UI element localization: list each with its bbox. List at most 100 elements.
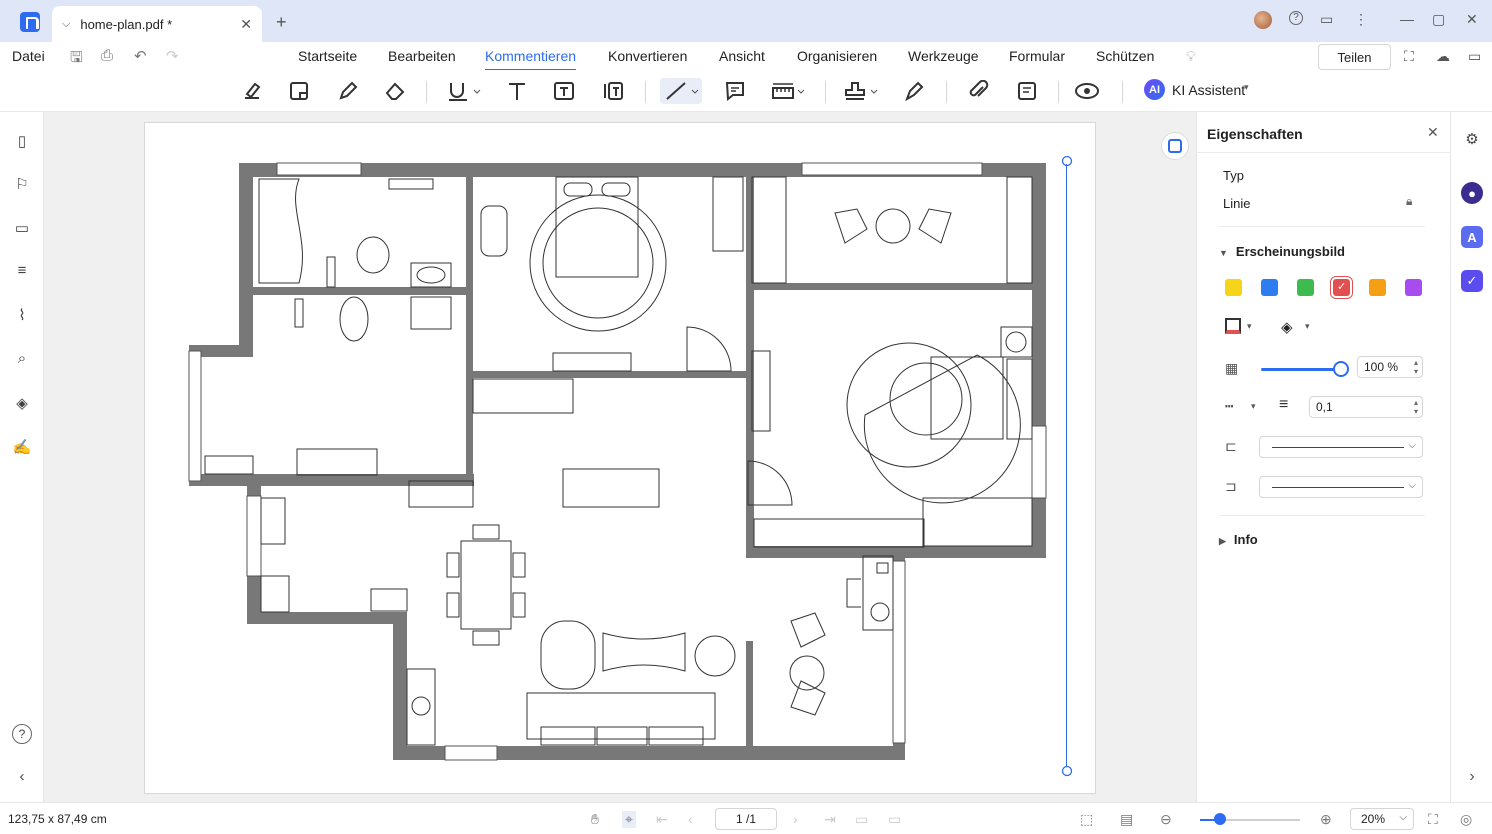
- page-layout-icon[interactable]: ▤: [1120, 811, 1133, 828]
- menu-ansicht[interactable]: Ansicht: [719, 48, 765, 64]
- menu-startseite[interactable]: Startseite: [298, 48, 357, 64]
- menu-schuetzen[interactable]: Schützen: [1096, 48, 1154, 64]
- info-section[interactable]: ▶ Info: [1219, 532, 1258, 547]
- attachment-icon[interactable]: [966, 78, 990, 104]
- zoom-out-icon[interactable]: ⊖: [1160, 811, 1172, 828]
- attachment-icon[interactable]: ⌇: [12, 306, 32, 326]
- measure-icon[interactable]: [770, 78, 806, 104]
- color-swatch-yellow[interactable]: [1225, 279, 1242, 296]
- comment-icon[interactable]: [723, 78, 747, 104]
- document-canvas[interactable]: [44, 112, 1196, 802]
- fill-color-icon[interactable]: ◈: [1281, 318, 1293, 336]
- avatar[interactable]: [1254, 11, 1272, 29]
- translate-icon[interactable]: A: [1461, 226, 1483, 248]
- check-task-icon[interactable]: ✓: [1461, 270, 1483, 292]
- chevron-right-icon[interactable]: ›: [1461, 766, 1483, 788]
- menu-datei[interactable]: Datei: [12, 48, 45, 64]
- select-tool-icon[interactable]: ⌖: [622, 811, 636, 828]
- lightbulb-icon[interactable]: 💡︎: [1186, 48, 1196, 65]
- pages-icon[interactable]: ▯: [12, 132, 32, 152]
- appearance-section[interactable]: ▼ Erscheinungsbild: [1219, 244, 1345, 259]
- panel-toggle-button[interactable]: [1161, 132, 1189, 160]
- close-window-button[interactable]: ✕: [1466, 11, 1478, 28]
- line-icon[interactable]: [660, 78, 702, 104]
- chevron-down-icon[interactable]: ▾: [1305, 321, 1310, 332]
- fullscreen-icon[interactable]: ⛶: [1428, 811, 1438, 828]
- chevron-down-icon[interactable]: ⌵: [62, 18, 70, 31]
- cloud-upload-icon[interactable]: ☁: [1436, 48, 1450, 65]
- underline-icon[interactable]: [446, 78, 482, 104]
- pencil-icon[interactable]: [336, 78, 360, 104]
- chevron-down-icon[interactable]: ▾: [1251, 401, 1256, 412]
- color-swatch-blue[interactable]: [1261, 279, 1278, 296]
- menu-bearbeiten[interactable]: Bearbeiten: [388, 48, 456, 64]
- signature-icon[interactable]: ✍: [12, 438, 32, 458]
- opacity-slider-knob[interactable]: [1333, 361, 1349, 377]
- dash-style-icon[interactable]: ┅: [1225, 398, 1233, 415]
- redo-icon[interactable]: ↷: [166, 47, 179, 65]
- color-swatch-purple[interactable]: [1405, 279, 1422, 296]
- highlight-icon[interactable]: [240, 78, 264, 104]
- panel-icon[interactable]: ▭: [1468, 48, 1481, 65]
- pdf-page[interactable]: [144, 122, 1096, 794]
- menu-formular[interactable]: Formular: [1009, 48, 1065, 64]
- collapse-icon[interactable]: ‹: [12, 768, 32, 788]
- chevron-down-icon[interactable]: ▾: [1244, 82, 1249, 93]
- color-swatch-green[interactable]: [1297, 279, 1314, 296]
- eye-icon[interactable]: [1074, 78, 1100, 104]
- rotate-right-icon[interactable]: ▭: [888, 811, 901, 828]
- line-end-select[interactable]: ⌵: [1259, 476, 1423, 498]
- page-number-input[interactable]: 1 /1: [715, 808, 777, 830]
- status-check-icon[interactable]: ◎: [1460, 811, 1472, 828]
- maximize-button[interactable]: ▢: [1432, 11, 1445, 28]
- zoom-slider-knob[interactable]: [1214, 813, 1226, 825]
- close-tab-icon[interactable]: ✕: [240, 16, 252, 33]
- next-page-icon[interactable]: ›: [793, 811, 798, 827]
- last-page-icon[interactable]: ⇥: [824, 811, 836, 828]
- more-icon[interactable]: ⋮: [1354, 11, 1368, 28]
- eraser-icon[interactable]: [383, 78, 407, 104]
- ai-assistant-icon[interactable]: AI: [1144, 79, 1165, 100]
- feedback-icon[interactable]: ▭: [1320, 11, 1333, 28]
- comment-icon[interactable]: ▭: [12, 219, 32, 239]
- close-icon[interactable]: ✕: [1427, 124, 1439, 141]
- sticky-note-icon[interactable]: [287, 78, 311, 104]
- rotate-left-icon[interactable]: ▭: [855, 811, 868, 828]
- help-icon[interactable]: ?: [12, 724, 32, 744]
- textbox-icon[interactable]: [552, 78, 576, 104]
- zoom-in-icon[interactable]: ⊕: [1320, 811, 1332, 828]
- color-swatch-orange[interactable]: [1369, 279, 1386, 296]
- minimize-button[interactable]: —: [1400, 11, 1414, 27]
- workflow-icon[interactable]: ⛶: [1404, 48, 1414, 65]
- opacity-slider-track[interactable]: [1261, 368, 1341, 371]
- text-icon[interactable]: [505, 78, 529, 104]
- fit-page-icon[interactable]: ⬚: [1080, 811, 1093, 828]
- ai-assistant-button[interactable]: KI Assistent: [1172, 82, 1245, 98]
- menu-konvertieren[interactable]: Konvertieren: [608, 48, 687, 64]
- hand-tool-icon[interactable]: ✋︎: [591, 811, 599, 828]
- line-start-select[interactable]: ⌵: [1259, 436, 1423, 458]
- lock-icon[interactable]: 🔒︎: [1406, 194, 1412, 209]
- zoom-select[interactable]: 20% ⌵: [1350, 808, 1414, 830]
- callout-icon[interactable]: [601, 78, 625, 104]
- share-button[interactable]: Teilen: [1318, 44, 1391, 70]
- menu-organisieren[interactable]: Organisieren: [797, 48, 877, 64]
- menu-werkzeuge[interactable]: Werkzeuge: [908, 48, 979, 64]
- search-icon[interactable]: ⌕: [12, 350, 32, 370]
- undo-icon[interactable]: ↶: [134, 47, 147, 65]
- document-tab[interactable]: ⌵ home-plan.pdf * ✕: [52, 6, 262, 42]
- opacity-field[interactable]: 100 % ▴ ▾: [1357, 356, 1423, 378]
- chevron-down-icon[interactable]: ▾: [1247, 321, 1252, 332]
- previous-page-icon[interactable]: ‹: [688, 811, 693, 827]
- print-icon[interactable]: ⎙: [101, 47, 113, 64]
- first-page-icon[interactable]: ⇤: [656, 811, 668, 828]
- stepper-icon[interactable]: ▴ ▾: [1414, 398, 1418, 416]
- layers-list-icon[interactable]: ≡: [12, 262, 32, 282]
- save-icon[interactable]: 🖫: [70, 47, 83, 72]
- help-icon[interactable]: ?: [1289, 11, 1303, 25]
- stepper-icon[interactable]: ▴ ▾: [1414, 358, 1418, 376]
- new-tab-button[interactable]: +: [276, 12, 287, 33]
- color-swatch-red[interactable]: [1330, 276, 1353, 299]
- stroke-color-icon[interactable]: [1225, 318, 1241, 334]
- signature-icon[interactable]: [902, 78, 926, 104]
